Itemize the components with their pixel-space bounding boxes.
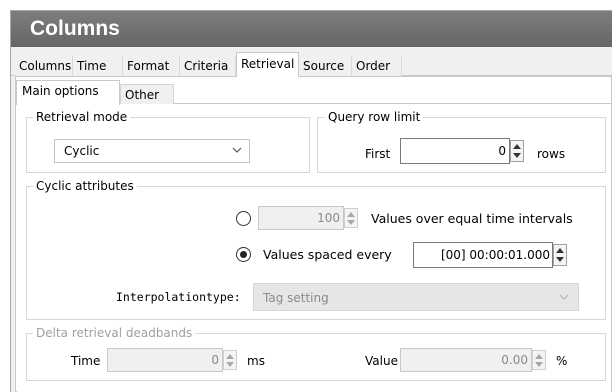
cyclic-attributes-legend: Cyclic attributes: [33, 179, 137, 193]
time-deadband-input: 0: [107, 348, 223, 372]
value-deadband-input: 0.00: [400, 348, 532, 372]
spin-up-icon: [347, 212, 355, 217]
sub-tab-strip: Main options Other: [16, 80, 612, 105]
rows-unit-label: rows: [537, 147, 566, 161]
retrieval-mode-legend: Retrieval mode: [33, 110, 131, 124]
interpolation-type-dropdown: Tag setting: [253, 283, 579, 311]
tab-main-options[interactable]: Main options: [16, 80, 120, 105]
tab-format[interactable]: Format: [123, 56, 180, 76]
equal-intervals-radio[interactable]: [236, 211, 251, 226]
radio-selected-dot: [240, 251, 247, 258]
spin-up-icon: [513, 144, 521, 149]
spin-down-icon: [535, 362, 543, 367]
equal-intervals-count-input: 100: [258, 206, 344, 230]
value-deadband-spinner: [532, 350, 546, 370]
tab-order[interactable]: Order: [352, 56, 402, 76]
time-deadband-spinner: [223, 350, 237, 370]
value-unit-label: %: [556, 354, 568, 368]
tab-time[interactable]: Time: [73, 56, 123, 76]
first-rows-spinner[interactable]: [510, 140, 524, 162]
query-row-limit-legend: Query row limit: [325, 110, 424, 124]
tab-columns[interactable]: Columns: [15, 56, 73, 76]
spin-down-icon: [226, 362, 234, 367]
tab-criteria[interactable]: Criteria: [180, 56, 236, 76]
value-deadband-label: Value: [365, 354, 398, 368]
spaced-every-label[interactable]: Values spaced every: [263, 248, 392, 262]
panel-title: Columns: [30, 17, 120, 40]
tab-source[interactable]: Source: [299, 56, 352, 76]
delta-deadbands-legend: Delta retrieval deadbands: [33, 326, 196, 340]
time-deadband-label: Time: [71, 354, 101, 368]
spaced-every-radio[interactable]: [236, 247, 251, 262]
spaced-every-spinner[interactable]: [553, 244, 567, 266]
interpolation-type-label: Interpolationtype:: [116, 290, 241, 304]
spin-down-icon: [347, 220, 355, 225]
spin-down-icon: [513, 153, 521, 158]
retrieval-mode-value: Cyclic: [64, 144, 100, 158]
main-tab-strip: Columns Time Format Criteria Retrieval S…: [11, 52, 612, 77]
interpolation-type-value: Tag setting: [263, 291, 329, 305]
chevron-down-icon: [231, 144, 243, 156]
time-unit-label: ms: [247, 354, 265, 368]
spin-up-icon: [226, 354, 234, 359]
first-label: First: [365, 147, 391, 161]
spin-down-icon: [556, 257, 564, 262]
spaced-every-input[interactable]: [00] 00:00:01.000: [413, 242, 553, 268]
tab-retrieval[interactable]: Retrieval: [236, 52, 299, 77]
chevron-down-icon: [558, 291, 570, 303]
retrieval-mode-dropdown[interactable]: Cyclic: [54, 139, 250, 163]
spin-up-icon: [556, 248, 564, 253]
tab-other[interactable]: Other: [120, 84, 174, 104]
equal-intervals-label[interactable]: Values over equal time intervals: [371, 212, 573, 226]
equal-intervals-spinner: [344, 208, 358, 228]
first-rows-input[interactable]: 0: [400, 138, 510, 164]
spin-up-icon: [535, 354, 543, 359]
